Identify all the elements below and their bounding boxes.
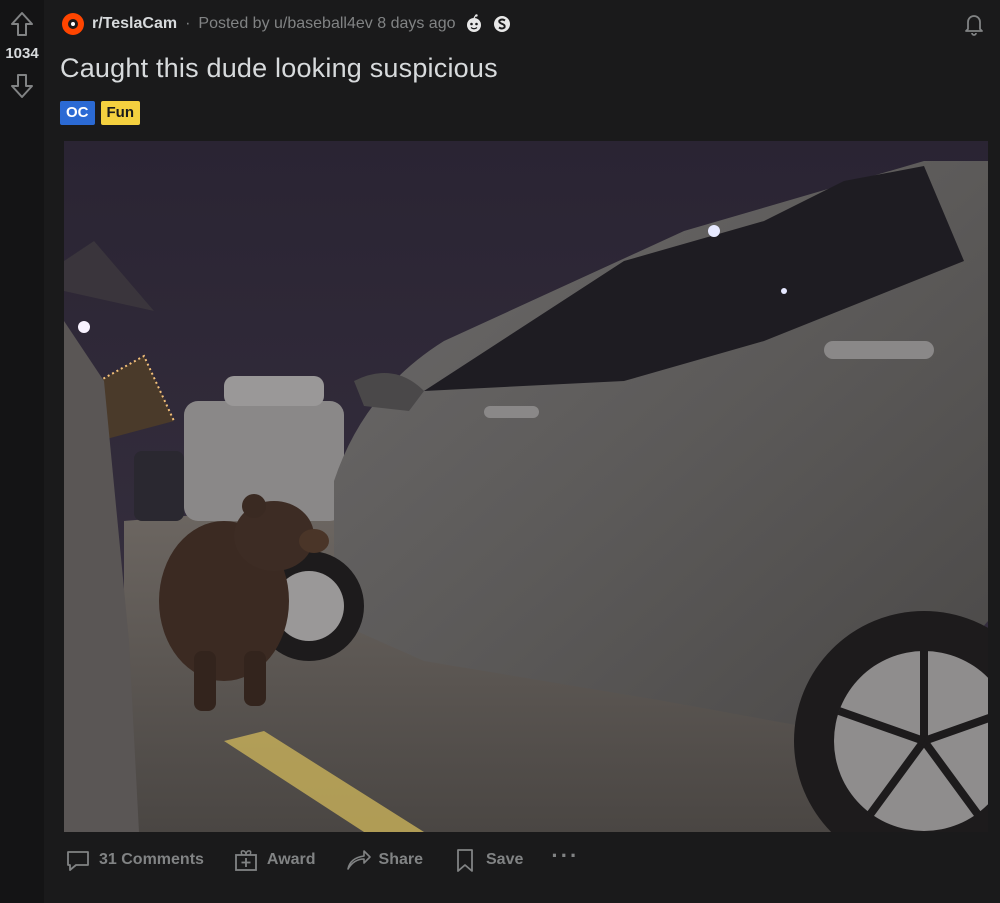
flair-fun[interactable]: Fun xyxy=(100,101,140,125)
subreddit-link[interactable]: r/TeslaCam xyxy=(92,15,177,33)
posted-by-label: Posted by xyxy=(198,15,270,32)
comments-label: 31 Comments xyxy=(99,851,204,868)
save-label: Save xyxy=(486,851,524,868)
notification-bell-icon[interactable] xyxy=(960,10,988,38)
post-video[interactable] xyxy=(64,141,988,832)
more-options-icon[interactable]: ··· xyxy=(551,843,579,869)
award-s-badge-icon[interactable] xyxy=(492,14,512,34)
bookmark-icon xyxy=(457,849,473,872)
upvote-arrow-icon[interactable] xyxy=(8,10,36,38)
post-meta: Posted by u/baseball4ev 8 days ago xyxy=(198,15,455,33)
subreddit-icon[interactable] xyxy=(62,13,84,35)
post-header: r/TeslaCam · Posted by u/baseball4ev 8 d… xyxy=(62,10,512,38)
post-title[interactable]: Caught this dude looking suspicious xyxy=(60,53,498,84)
share-label: Share xyxy=(378,851,423,868)
comment-icon xyxy=(67,851,89,871)
vote-rail: 1034 xyxy=(0,0,44,903)
bear-scene-image xyxy=(64,141,988,832)
author-link[interactable]: u/baseball4ev xyxy=(274,15,373,32)
award-button[interactable]: Award xyxy=(232,846,316,874)
post-actions: 31 Comments Award Share Save ··· xyxy=(64,843,579,874)
award-badge-icon[interactable] xyxy=(464,14,484,34)
downvote-arrow-icon[interactable] xyxy=(8,72,36,100)
flair-oc[interactable]: OC xyxy=(60,101,95,125)
comments-button[interactable]: 31 Comments xyxy=(64,846,204,874)
post-age: 8 days ago xyxy=(377,15,456,32)
gift-icon xyxy=(235,850,257,871)
vote-score: 1034 xyxy=(5,45,39,62)
flair-list: OC Fun xyxy=(60,101,140,125)
share-icon xyxy=(346,850,371,870)
share-button[interactable]: Share xyxy=(344,846,423,874)
award-label: Award xyxy=(266,851,316,868)
separator: · xyxy=(185,15,191,32)
save-button[interactable]: Save xyxy=(451,846,523,874)
